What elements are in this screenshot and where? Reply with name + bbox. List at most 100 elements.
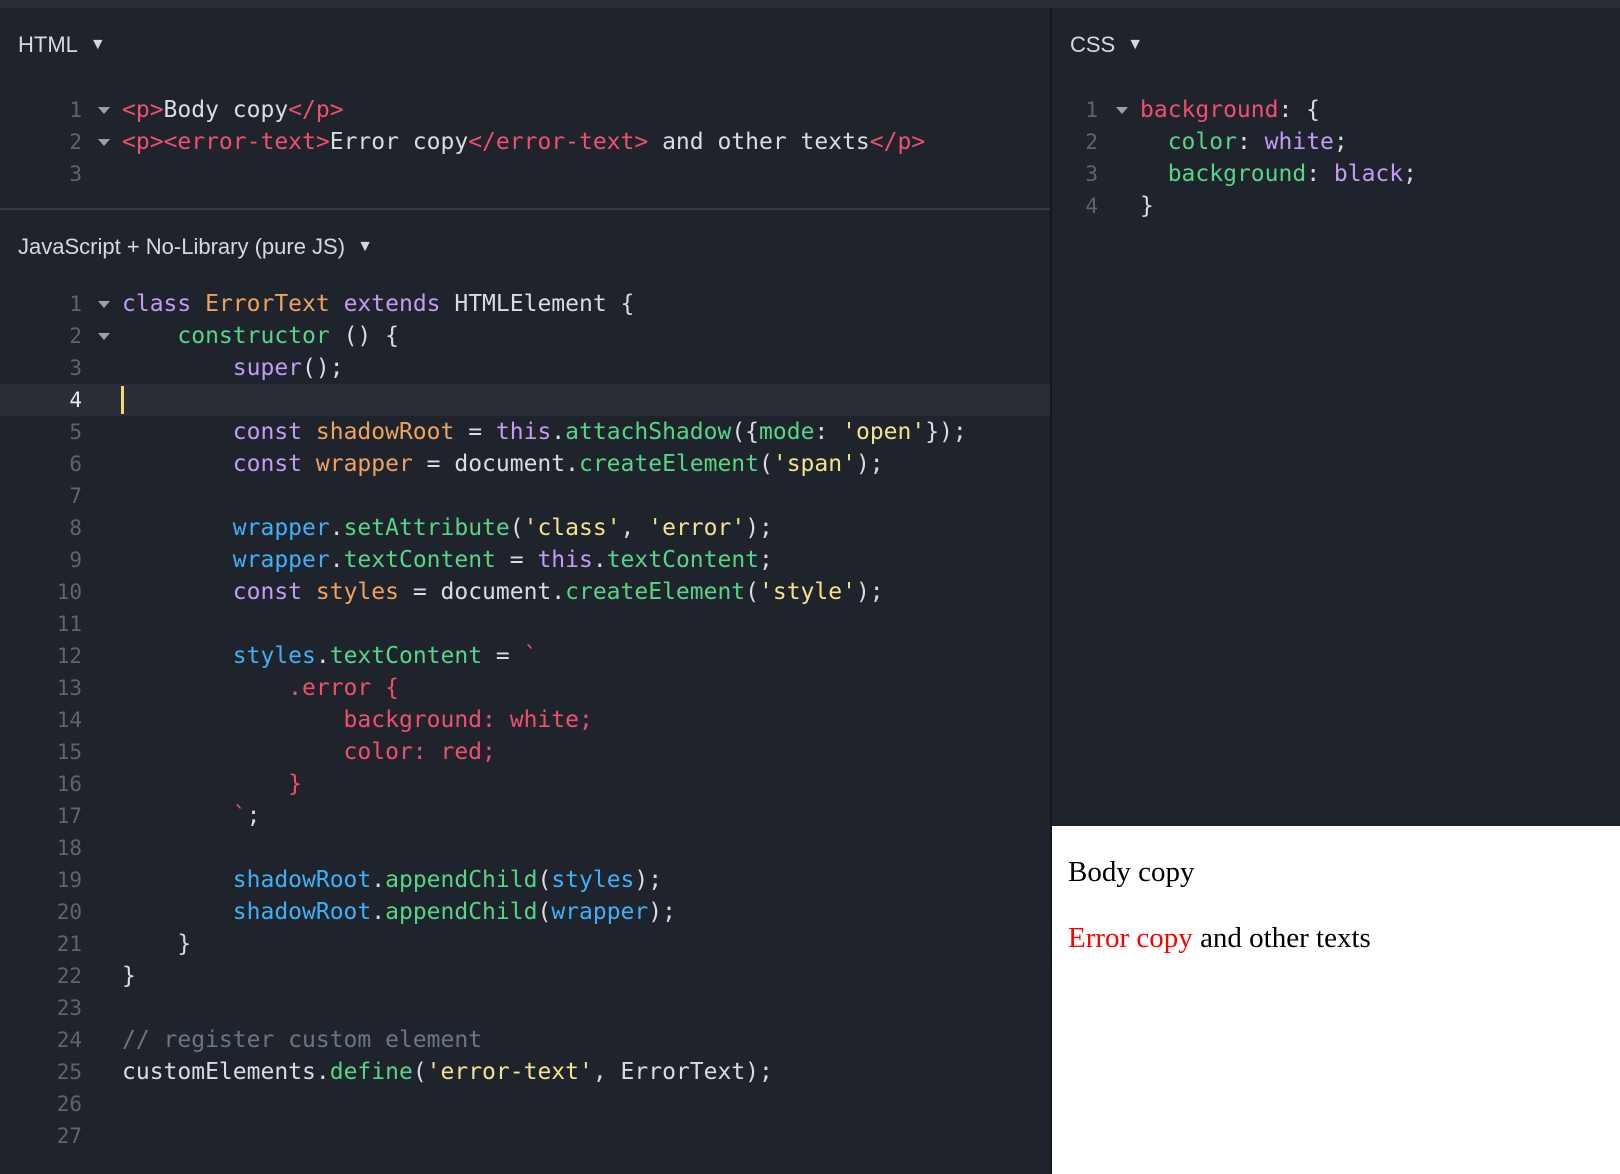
css-panel-language-select[interactable]: CSS ▼ [1070,30,1143,60]
line-number: 1 [69,98,82,122]
code-text: .error { [122,672,399,704]
fold-toggle-icon[interactable] [98,107,110,114]
code-line[interactable]: 13 .error { [0,672,1050,704]
html-editor-panel: HTML ▼ 1 <p>Body copy</p> 2 <p><error-text>… [0,8,1050,208]
code-token: ` [523,643,538,669]
code-line[interactable]: 26 [0,1088,1050,1120]
code-text: } [122,928,191,960]
line-number: 17 [56,804,82,828]
code-token: ( [537,867,552,893]
fold-toggle-icon[interactable] [1116,107,1128,114]
code-token: color: red; [122,739,496,765]
code-line[interactable]: 5 const shadowRoot = this.attachShadow({… [0,416,1050,448]
code-line[interactable]: 23 [0,992,1050,1024]
error-copy-text: Error copy [1068,922,1193,954]
code-token: appendChild [385,867,538,893]
code-line[interactable]: 22} [0,960,1050,992]
code-token: appendChild [385,899,538,925]
code-token: ( [759,451,773,477]
code-line[interactable]: 9 wrapper.textContent = this.textContent… [0,544,1050,576]
code-token: wrapper [551,899,649,925]
html-code-editor[interactable]: 1 <p>Body copy</p> 2 <p><error-text>Error c… [0,94,1050,190]
code-line[interactable]: 1 class ErrorText extends HTMLElement { [0,288,1050,320]
code-line[interactable]: 27 [0,1120,1050,1152]
result-preview-panel: Body copy Error copy and other texts [1052,826,1620,1174]
css-code-editor[interactable]: 1 background: {2 color: white; 3 backgroun… [1052,94,1620,222]
js-code-editor[interactable]: 1 class ErrorText extends HTMLElement {2 … [0,288,1050,1152]
code-token: = [468,419,496,445]
code-line[interactable]: 1 background: { [1052,94,1620,126]
code-token: . [551,419,566,445]
code-text: <p>Body copy</p> [122,94,344,126]
code-line[interactable]: 14 background: white; [0,704,1050,736]
code-line[interactable]: 8 wrapper.setAttribute('class', 'error')… [0,512,1050,544]
line-number: 11 [56,612,82,636]
code-token: const [232,579,316,605]
code-text: // register custom element [122,1024,482,1056]
css-panel-title: CSS [1070,32,1116,57]
code-line[interactable]: 3 super(); [0,352,1050,384]
code-token: : [814,419,843,445]
code-token: 'open' [842,419,926,445]
code-line[interactable]: 2 <p><error-text>Error copy</error-text> … [0,126,1050,158]
code-line[interactable]: 18 [0,832,1050,864]
code-line[interactable]: 3 [0,158,1050,190]
code-text: super(); [122,352,344,384]
code-line[interactable]: 16 } [0,768,1050,800]
code-token: . [329,515,344,541]
code-line[interactable]: 2 color: white; [1052,126,1620,158]
code-line[interactable]: 4 [0,384,1050,416]
other-texts-text: and other texts [1192,922,1371,954]
code-line[interactable]: 25 customElements.define('error-text', Er… [0,1056,1050,1088]
code-line[interactable]: 4} [1052,190,1620,222]
line-number: 10 [56,580,82,604]
code-token: styles [315,579,413,605]
code-token: 'class' [523,515,621,541]
code-token: extends [343,291,455,317]
code-token: ( [509,515,524,541]
caret-down-icon: ▼ [1127,36,1144,53]
code-line[interactable]: 6 const wrapper = document.createElement… [0,448,1050,480]
code-token: textContent [329,643,483,669]
code-token: ({ [731,419,760,445]
code-token: ); [855,579,884,605]
code-token: .error { [122,675,399,701]
line-number: 3 [69,356,82,380]
code-line[interactable]: 15 color: red; [0,736,1050,768]
code-line[interactable]: 19 shadowRoot.appendChild(styles); [0,864,1050,896]
code-token: . [329,547,344,573]
code-text: color: red; [122,736,496,768]
code-line[interactable]: 2 constructor () { [0,320,1050,352]
code-text: const shadowRoot = this.attachShadow({mo… [122,416,967,448]
fold-toggle-icon[interactable] [98,301,110,308]
code-token: // register custom element [122,1027,483,1053]
code-line[interactable]: 7 [0,480,1050,512]
code-line[interactable]: 20 shadowRoot.appendChild(wrapper); [0,896,1050,928]
html-panel-language-select[interactable]: HTML ▼ [18,30,106,60]
line-number: 16 [56,772,82,796]
code-text: shadowRoot.appendChild(styles); [122,864,662,896]
code-line[interactable]: 24 // register custom element [0,1024,1050,1056]
code-text: background: white; [122,704,593,736]
code-token: = document. [412,579,566,605]
code-line[interactable]: 21 } [0,928,1050,960]
code-line[interactable]: 17 `; [0,800,1050,832]
code-token: . [371,867,386,893]
fold-toggle-icon[interactable] [98,333,110,340]
line-number: 24 [56,1028,82,1052]
line-number: 5 [69,420,82,444]
code-token: define [329,1059,413,1085]
code-line[interactable]: 11 [0,608,1050,640]
code-token: this [537,547,593,573]
code-line[interactable]: 1 <p>Body copy</p> [0,94,1050,126]
code-line[interactable]: 3 background: black; [1052,158,1620,190]
body-copy-text: Body copy [1068,856,1195,888]
code-line[interactable]: 12 styles.textContent = ` [0,640,1050,672]
js-panel-language-select[interactable]: JavaScript + No-Library (pure JS) ▼ [18,232,373,262]
code-token: ErrorText [205,291,344,317]
code-token: : [1236,129,1265,155]
code-line[interactable]: 10 const styles = document.createElement… [0,576,1050,608]
fold-toggle-icon[interactable] [98,139,110,146]
line-number: 19 [56,868,82,892]
